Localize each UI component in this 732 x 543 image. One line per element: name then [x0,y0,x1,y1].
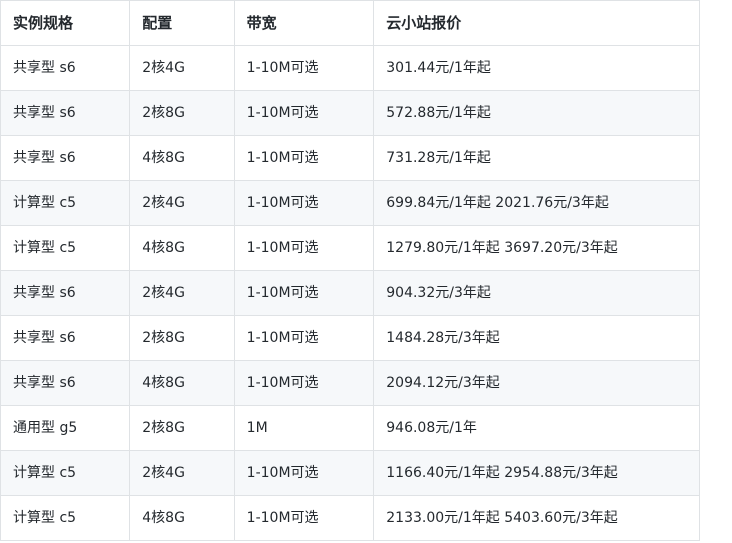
cell-config: 2核8G [129,90,235,136]
cell-config: 4核8G [129,225,235,271]
cell-bandwidth: 1M [233,405,375,451]
table-row: 共享型 s6 2核4G 1-10M可选 904.32元/3年起 [0,270,700,316]
cell-bandwidth: 1-10M可选 [233,45,375,91]
cell-bandwidth: 1-10M可选 [233,180,375,226]
cell-instance-spec: 共享型 s6 [0,135,131,181]
cell-config: 4核8G [129,495,235,541]
cell-instance-spec: 计算型 c5 [0,495,131,541]
cell-instance-spec: 共享型 s6 [0,45,131,91]
cell-price: 699.84元/1年起 2021.76元/3年起 [373,180,700,226]
header-price: 云小站报价 [373,0,700,46]
cell-bandwidth: 1-10M可选 [233,270,375,316]
cell-config: 2核4G [129,180,235,226]
cell-config: 2核8G [129,315,235,361]
cell-instance-spec: 共享型 s6 [0,90,131,136]
table-row: 共享型 s6 4核8G 1-10M可选 731.28元/1年起 [0,135,700,181]
cell-bandwidth: 1-10M可选 [233,360,375,406]
cell-bandwidth: 1-10M可选 [233,135,375,181]
table-row: 共享型 s6 2核8G 1-10M可选 572.88元/1年起 [0,90,700,136]
cell-config: 4核8G [129,360,235,406]
cell-price: 731.28元/1年起 [373,135,700,181]
cell-config: 2核8G [129,405,235,451]
table-row: 共享型 s6 4核8G 1-10M可选 2094.12元/3年起 [0,360,700,406]
cell-bandwidth: 1-10M可选 [233,315,375,361]
table-row: 计算型 c5 4核8G 1-10M可选 2133.00元/1年起 5403.60… [0,495,700,541]
header-bandwidth: 带宽 [233,0,375,46]
cell-price: 2133.00元/1年起 5403.60元/3年起 [373,495,700,541]
cell-price: 946.08元/1年 [373,405,700,451]
table-row: 计算型 c5 4核8G 1-10M可选 1279.80元/1年起 3697.20… [0,225,700,271]
cell-instance-spec: 共享型 s6 [0,315,131,361]
cell-instance-spec: 共享型 s6 [0,270,131,316]
cell-bandwidth: 1-10M可选 [233,90,375,136]
cell-config: 4核8G [129,135,235,181]
table-row: 共享型 s6 2核8G 1-10M可选 1484.28元/3年起 [0,315,700,361]
cell-instance-spec: 通用型 g5 [0,405,131,451]
cell-price: 1166.40元/1年起 2954.88元/3年起 [373,450,700,496]
cell-instance-spec: 计算型 c5 [0,225,131,271]
cell-price: 1484.28元/3年起 [373,315,700,361]
cell-bandwidth: 1-10M可选 [233,450,375,496]
header-instance-spec: 实例规格 [0,0,131,46]
cell-price: 904.32元/3年起 [373,270,700,316]
table-row: 共享型 s6 2核4G 1-10M可选 301.44元/1年起 [0,45,700,91]
cell-config: 2核4G [129,450,235,496]
price-table: 实例规格 配置 带宽 云小站报价 共享型 s6 2核4G 1-10M可选 301… [0,0,700,541]
table-header-row: 实例规格 配置 带宽 云小站报价 [0,0,700,46]
cell-bandwidth: 1-10M可选 [233,495,375,541]
cell-price: 572.88元/1年起 [373,90,700,136]
header-config: 配置 [129,0,235,46]
table-row: 通用型 g5 2核8G 1M 946.08元/1年 [0,405,700,451]
cell-price: 1279.80元/1年起 3697.20元/3年起 [373,225,700,271]
cell-config: 2核4G [129,270,235,316]
table-row: 计算型 c5 2核4G 1-10M可选 1166.40元/1年起 2954.88… [0,450,700,496]
cell-price: 2094.12元/3年起 [373,360,700,406]
cell-config: 2核4G [129,45,235,91]
cell-bandwidth: 1-10M可选 [233,225,375,271]
cell-instance-spec: 共享型 s6 [0,360,131,406]
table-row: 计算型 c5 2核4G 1-10M可选 699.84元/1年起 2021.76元… [0,180,700,226]
cell-instance-spec: 计算型 c5 [0,450,131,496]
cell-price: 301.44元/1年起 [373,45,700,91]
cell-instance-spec: 计算型 c5 [0,180,131,226]
